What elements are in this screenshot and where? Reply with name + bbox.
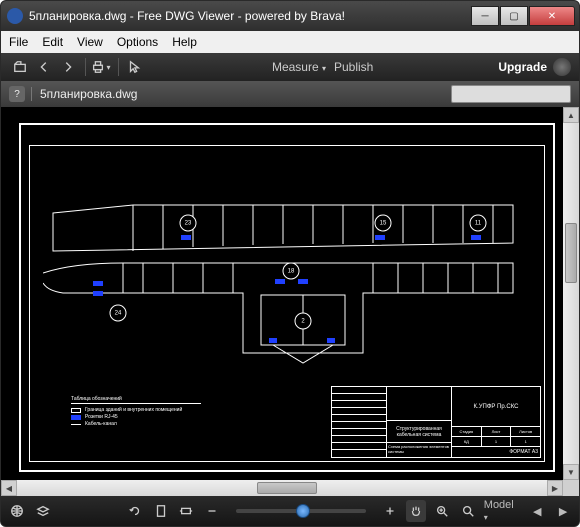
back-button[interactable] xyxy=(33,57,55,77)
separator xyxy=(31,87,32,101)
svg-text:11: 11 xyxy=(475,221,482,227)
help-icon[interactable]: ? xyxy=(9,86,25,102)
settings-icon[interactable] xyxy=(553,58,571,76)
layout-selector[interactable]: Model ▾ xyxy=(484,499,517,523)
menu-file[interactable]: File xyxy=(9,35,28,49)
scroll-thumb[interactable] xyxy=(565,223,577,283)
minimize-button[interactable]: ─ xyxy=(471,6,499,26)
canvas-area: 23 15 11 18 24 2 xyxy=(1,107,579,480)
window-title: 5планировка.dwg - Free DWG Viewer - powe… xyxy=(29,9,470,23)
zoom-region-icon[interactable] xyxy=(432,500,452,522)
floor-plan: 23 15 11 18 24 2 xyxy=(43,173,523,373)
drawing-sheet: 23 15 11 18 24 2 xyxy=(19,123,555,472)
next-layout-icon[interactable]: ▶ xyxy=(553,500,573,522)
fit-width-icon[interactable] xyxy=(177,500,197,522)
measure-button[interactable]: Measure ▾ xyxy=(272,60,326,74)
forward-button[interactable] xyxy=(57,57,79,77)
scroll-thumb-h[interactable] xyxy=(257,482,317,494)
menu-options[interactable]: Options xyxy=(117,35,158,49)
vertical-scrollbar[interactable]: ▲ ▼ xyxy=(563,107,579,480)
maximize-button[interactable]: ▢ xyxy=(500,6,528,26)
main-toolbar: ▾ Measure ▾ Publish Upgrade xyxy=(1,53,579,81)
zoom-knob[interactable] xyxy=(296,504,310,518)
svg-text:15: 15 xyxy=(380,221,387,227)
app-window: 5планировка.dwg - Free DWG Viewer - powe… xyxy=(0,0,580,527)
rotate-ccw-icon[interactable] xyxy=(125,500,145,522)
zoom-out-icon[interactable] xyxy=(202,500,222,522)
tabbar: ? 5планировка.dwg xyxy=(1,81,579,107)
menu-help[interactable]: Help xyxy=(172,35,197,49)
menu-edit[interactable]: Edit xyxy=(42,35,63,49)
search-input[interactable] xyxy=(451,85,571,103)
close-button[interactable]: ✕ xyxy=(529,6,575,26)
print-button[interactable]: ▾ xyxy=(90,57,112,77)
pointer-button[interactable] xyxy=(123,57,145,77)
menu-view[interactable]: View xyxy=(77,35,103,49)
scroll-down-icon[interactable]: ▼ xyxy=(563,464,579,480)
svg-text:18: 18 xyxy=(288,269,295,275)
tab-filename[interactable]: 5планировка.dwg xyxy=(40,87,137,101)
scroll-right-icon[interactable]: ▶ xyxy=(547,480,563,496)
titlebar[interactable]: 5планировка.dwg - Free DWG Viewer - powe… xyxy=(1,1,579,31)
horizontal-scrollbar[interactable]: ◀ ▶ xyxy=(1,480,563,496)
title-block: Структурированнаякабельная система Схема… xyxy=(331,386,541,458)
layers-icon[interactable] xyxy=(33,500,53,522)
legend: Таблица обозначений Граница зданий и вну… xyxy=(71,396,201,428)
page-icon[interactable] xyxy=(151,500,171,522)
menubar: File Edit View Options Help xyxy=(1,31,579,53)
zoom-tool-icon[interactable] xyxy=(458,500,478,522)
globe-icon[interactable] xyxy=(7,500,27,522)
pan-icon[interactable] xyxy=(406,500,426,522)
svg-text:24: 24 xyxy=(115,311,122,317)
scroll-left-icon[interactable]: ◀ xyxy=(1,480,17,496)
zoom-in-icon[interactable] xyxy=(380,500,400,522)
svg-text:23: 23 xyxy=(185,221,192,227)
scroll-corner xyxy=(563,480,579,496)
zoom-slider[interactable] xyxy=(236,509,366,513)
publish-button[interactable]: Publish xyxy=(334,60,373,74)
app-icon xyxy=(7,8,23,24)
upgrade-button[interactable]: Upgrade xyxy=(498,60,547,74)
viewport[interactable]: 23 15 11 18 24 2 xyxy=(1,107,563,480)
scroll-up-icon[interactable]: ▲ xyxy=(563,107,579,123)
statusbar: Model ▾ ◀ ▶ xyxy=(1,496,579,526)
open-button[interactable] xyxy=(9,57,31,77)
prev-layout-icon[interactable]: ◀ xyxy=(527,500,547,522)
